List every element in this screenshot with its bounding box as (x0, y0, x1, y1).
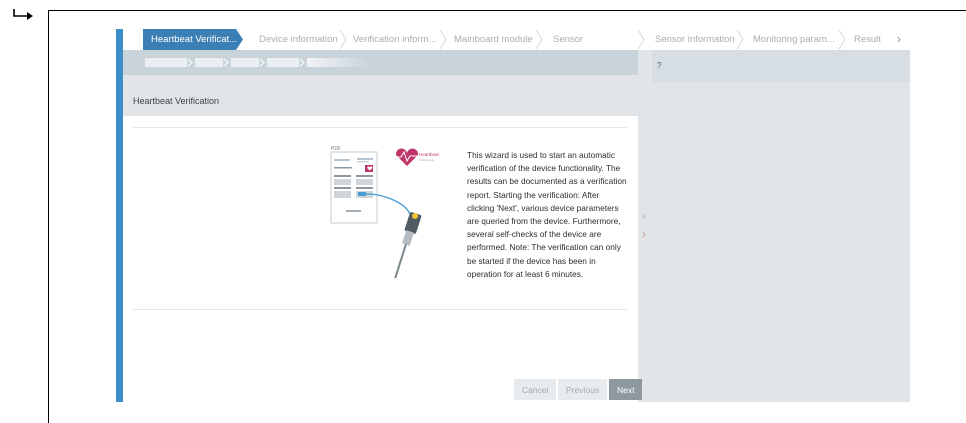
next-button[interactable]: Next (609, 379, 643, 400)
divider (133, 309, 627, 310)
step-result[interactable]: Result (854, 29, 881, 50)
cancel-button[interactable]: Cancel (514, 379, 557, 400)
wizard-window: Heartbeat Verificat... Device informatio… (116, 29, 910, 402)
accent-bar (116, 29, 123, 402)
step-device-information[interactable]: Device information (259, 29, 338, 50)
chevron-right-icon (439, 29, 447, 50)
panel-title: Heartbeat Verification (133, 96, 220, 106)
chevron-right-icon (339, 29, 347, 50)
sub-nav-placeholder (195, 58, 223, 67)
pdf-document-icon (330, 151, 378, 224)
step-mainboard-module[interactable]: Mainboard module (454, 29, 533, 50)
return-arrow-icon (13, 9, 33, 20)
temperature-sensor-icon (394, 212, 422, 278)
steps-scroll-right-icon[interactable]: › (897, 29, 901, 50)
step-heartbeat-verification[interactable]: Heartbeat Verificat... (143, 29, 243, 50)
help-icon[interactable]: ? (657, 61, 661, 70)
chevron-right-icon (299, 58, 305, 67)
svg-text:Technology: Technology (419, 158, 435, 162)
chevron-right-icon (637, 29, 645, 50)
wizard-content: Heartbeat Technology PDF This wizard is … (123, 116, 643, 402)
wizard-breadcrumb: Heartbeat Verificat... Device informatio… (123, 29, 910, 50)
step-monitoring-parameters[interactable]: Monitoring param... (753, 29, 835, 50)
help-panel-header: ? (652, 50, 910, 82)
step-sensor-information[interactable]: Sensor information (655, 29, 735, 50)
wizard-description: This wizard is used to start an automati… (467, 150, 627, 279)
collapse-panel-icon[interactable]: ‹ (642, 209, 646, 223)
chevron-right-icon (736, 29, 744, 50)
previous-button[interactable]: Previous (558, 379, 608, 400)
chevron-right-icon (259, 58, 265, 67)
sub-navigation-bar (123, 50, 638, 75)
heartbeat-logo: Heartbeat Technology (394, 148, 440, 166)
panel-header: Heartbeat Verification (123, 89, 638, 115)
sub-nav-placeholder (307, 58, 369, 67)
expand-panel-icon[interactable]: › (642, 227, 646, 241)
svg-text:PDF: PDF (331, 146, 341, 152)
sub-nav-placeholder (145, 58, 187, 67)
step-verification-information[interactable]: Verification inform... (353, 29, 436, 50)
sub-nav-placeholder (231, 58, 259, 67)
heartbeat-report-illustration: Heartbeat Technology PDF (330, 146, 440, 278)
sub-nav-placeholder (267, 58, 299, 67)
chevron-right-icon (223, 58, 229, 67)
chevron-right-icon (535, 29, 543, 50)
chevron-right-icon (838, 29, 846, 50)
svg-text:Heartbeat: Heartbeat (419, 152, 440, 157)
step-sensor[interactable]: Sensor (553, 29, 583, 50)
chevron-right-icon (187, 58, 193, 67)
divider (133, 127, 627, 128)
